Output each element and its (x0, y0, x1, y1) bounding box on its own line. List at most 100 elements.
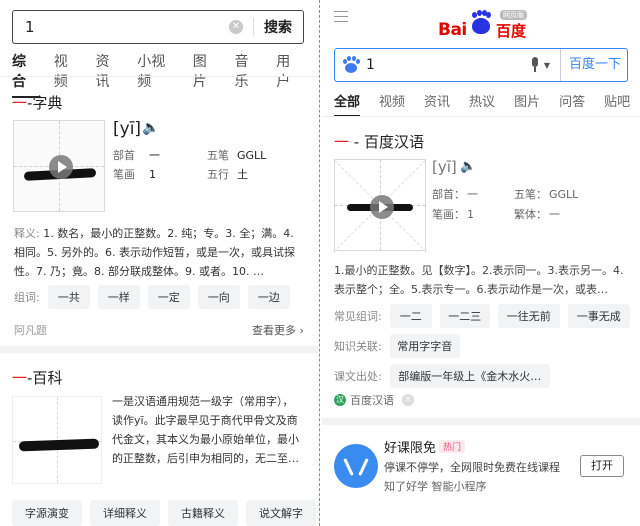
title-char: 一 (12, 369, 28, 387)
search-input[interactable]: 1 (13, 18, 229, 36)
tab-divider (322, 116, 640, 117)
pinyin: [yī] (432, 158, 457, 176)
word-chip[interactable]: 一事无成 (567, 304, 630, 328)
tab-video[interactable]: 视频 (54, 51, 82, 98)
knowledge-chip[interactable]: 常用字字音 (389, 334, 460, 358)
search-button[interactable]: 搜索 (254, 17, 303, 37)
word-chips: 常见组词: 一二 一二三 一往无前 一事无成 (334, 304, 638, 328)
tab-short-video[interactable]: 小视频 (137, 51, 179, 98)
title-text: -字典 (27, 94, 63, 112)
baike-text: 一是汉语通用规范一级字（常用字），读作yī。此字最早见于商代甲骨文及商代金文，其… (112, 395, 299, 465)
knowledge-row: 知识关联: 常用字字音 (334, 334, 468, 358)
words-label: 常见组词: (334, 310, 382, 323)
tab-video[interactable]: 视频 (379, 91, 405, 117)
speaker-icon[interactable]: 🔈 (460, 159, 476, 174)
tab-tieba[interactable]: 贴吧 (604, 91, 630, 117)
source-label[interactable]: 百度汉语 (350, 392, 394, 408)
paw-icon (342, 56, 360, 74)
left-pane: 1 ✕ 搜索 综合 视频 资讯 小视频 图片 音乐 用户 一-字典 [yī] 🔈… (0, 0, 318, 526)
play-icon[interactable] (49, 155, 73, 179)
hot-badge: 热门 (439, 440, 466, 453)
title-text: -百科 (27, 369, 63, 387)
classics-button[interactable]: 古籍释义 (168, 500, 238, 526)
play-icon[interactable] (370, 195, 394, 219)
speaker-icon[interactable]: 🔈 (142, 120, 159, 136)
hanyu-icon: 汉 (334, 394, 346, 406)
dict-card-title[interactable]: 一-字典 (12, 92, 62, 113)
meaning-text: 释义: 1. 数名，最小的正整数。2. 纯；专。3. 全；满。4. 相同。5. … (14, 227, 295, 278)
lesson-label: 课文出处: (334, 370, 382, 383)
baike-buttons: 字源演变 详细释义 古籍释义 说文解字 (12, 500, 318, 526)
character-image[interactable] (13, 120, 105, 212)
word-chip[interactable]: 一往无前 (497, 304, 560, 328)
source-label: 阿凡题 (14, 324, 47, 337)
word-chip[interactable]: 一二 (389, 304, 432, 328)
meaning-text: 1.最小的正整数。见【数字】。2.表示同一。3.表示另一。4.表示整个；全。5.… (334, 264, 624, 296)
search-box[interactable]: 1 ▼ 百度一下 (334, 48, 628, 82)
logo-text-cn: 百度 (496, 22, 527, 40)
traditional: 繁体：一 (514, 208, 560, 221)
radical: 部首：一 (432, 188, 478, 201)
tab-divider (0, 76, 318, 77)
close-icon[interactable]: ✕ (402, 394, 414, 406)
character-stroke (18, 438, 100, 452)
title-char: 一 (334, 133, 350, 151)
word-chip[interactable]: 一共 (47, 285, 90, 309)
baidu-logo[interactable]: Bai 百度 网页版 (438, 10, 528, 40)
wuxing: 五行土 (207, 168, 248, 181)
word-chip[interactable]: 一向 (197, 285, 240, 309)
word-chip[interactable]: 一定 (147, 285, 190, 309)
section-separator (0, 346, 318, 353)
see-more-link[interactable]: 查看更多 › (252, 322, 304, 338)
search-button[interactable]: 百度一下 (559, 49, 627, 81)
app-icon[interactable] (334, 444, 378, 488)
word-chip[interactable]: 一边 (247, 285, 290, 309)
tab-images[interactable]: 图片 (514, 91, 540, 117)
paw-icon (472, 18, 490, 34)
microphone-icon[interactable] (530, 57, 540, 73)
baike-card-title[interactable]: 一-百科 (12, 367, 62, 388)
tab-bar: 综合 视频 资讯 小视频 图片 音乐 用户 (12, 51, 318, 98)
word-chip[interactable]: 一二三 (439, 304, 490, 328)
tab-images[interactable]: 图片 (193, 51, 221, 98)
tab-news[interactable]: 资讯 (95, 51, 123, 98)
character-image[interactable] (333, 159, 427, 253)
tab-all[interactable]: 综合 (12, 51, 40, 98)
tab-users[interactable]: 用户 (276, 51, 304, 98)
etymology-button[interactable]: 字源演变 (12, 500, 82, 526)
tab-music[interactable]: 音乐 (235, 51, 263, 98)
open-button[interactable]: 打开 (580, 455, 624, 477)
promo-subtitle: 知了好学 智能小程序 (384, 480, 487, 493)
wubi: 五笔： GGLL (514, 188, 579, 201)
section-separator (322, 418, 640, 425)
pane-divider (319, 0, 321, 526)
tab-news[interactable]: 资讯 (424, 91, 450, 117)
lesson-row: 课文出处: 部编版一年级上《金木水火… (334, 364, 558, 388)
pinyin: [yī] (113, 119, 142, 139)
clear-icon[interactable]: ✕ (229, 20, 243, 34)
logo-text: Bai (438, 20, 467, 40)
wubi: 五笔 GGLL (207, 149, 267, 162)
search-input[interactable]: 1 (360, 57, 530, 73)
strokes: 笔画 1 (113, 168, 156, 181)
chevron-down-icon[interactable]: ▼ (544, 61, 550, 70)
knowledge-label: 知识关联: (334, 340, 382, 353)
word-chip[interactable]: 一样 (97, 285, 140, 309)
tab-discussion[interactable]: 热议 (469, 91, 495, 117)
words-label: 组词: (14, 291, 40, 304)
lesson-chip[interactable]: 部编版一年级上《金木水火… (389, 364, 550, 388)
hanyu-card-title[interactable]: 一 - 百度汉语 (334, 131, 424, 152)
promo-title[interactable]: 好课限免 热门 (384, 437, 466, 456)
tab-all[interactable]: 全部 (334, 91, 361, 117)
title-text: - 百度汉语 (349, 133, 424, 151)
search-box[interactable]: 1 ✕ 搜索 (12, 10, 304, 44)
right-pane: Bai 百度 网页版 1 ▼ 百度一下 全部 视频 资讯 热议 图片 问答 贴吧… (322, 0, 640, 526)
tab-bar: 全部 视频 资讯 热议 图片 问答 贴吧 (334, 91, 640, 117)
menu-icon[interactable] (334, 11, 348, 22)
shuowen-button[interactable]: 说文解字 (246, 500, 316, 526)
baike-image[interactable] (12, 396, 102, 484)
title-char: 一 (12, 94, 28, 112)
strokes: 笔画： 1 (432, 208, 474, 221)
tab-qa[interactable]: 问答 (559, 91, 585, 117)
detail-button[interactable]: 详细释义 (90, 500, 160, 526)
